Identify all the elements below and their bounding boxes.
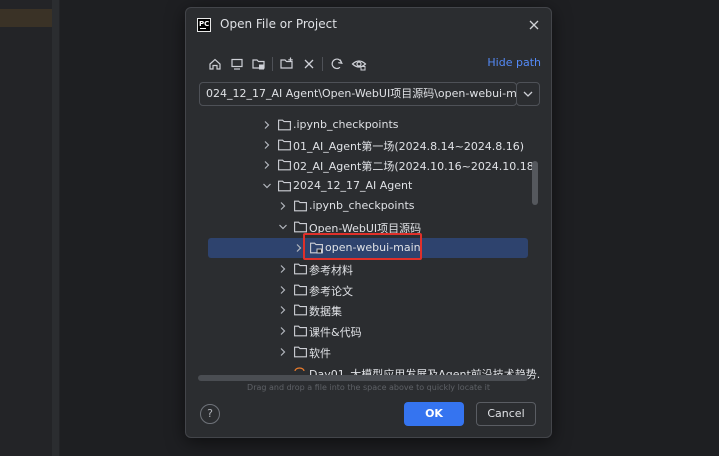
chevron-right-icon[interactable] [262, 160, 272, 170]
tree-row[interactable]: .ipynb_checkpoints [198, 196, 541, 216]
tree-row[interactable]: 课件&代码 [198, 321, 541, 341]
tree-label: 01_AI_Agent第一场(2024.8.14~2024.8.16) [293, 140, 525, 153]
tree-row[interactable]: 参考材料 [198, 259, 541, 279]
toolbar-separator [322, 57, 323, 71]
tree-label: 02_AI_Agent第二场(2024.10.16~2024.10.18) [293, 160, 539, 173]
tree-label: .ipynb_checkpoints [309, 199, 415, 212]
tree-label: .ipynb_checkpoints [293, 118, 399, 131]
folder-icon [278, 159, 291, 171]
close-button[interactable] [525, 16, 543, 34]
hide-path-link[interactable]: Hide path [487, 56, 541, 69]
close-icon [529, 20, 539, 30]
cancel-button[interactable]: Cancel [476, 402, 536, 426]
dialog-title: Open File or Project [220, 17, 337, 31]
pycharm-logo-icon: PC [197, 18, 211, 32]
chevron-down-icon [523, 91, 533, 97]
home-icon[interactable] [206, 55, 224, 73]
tree-row[interactable]: 软件 [198, 342, 541, 362]
tree-label: 2024_12_17_AI Agent [293, 179, 413, 192]
folder-icon [294, 346, 307, 358]
folder-icon [278, 119, 291, 131]
path-history-dropdown[interactable] [516, 82, 540, 106]
tree-row[interactable]: .ipynb_checkpoints [198, 115, 541, 135]
chevron-right-icon[interactable] [278, 305, 288, 315]
chevron-right-icon[interactable] [278, 201, 288, 211]
folder-icon [278, 139, 291, 151]
chevron-right-icon[interactable] [278, 326, 288, 336]
path-input[interactable]: 024_12_17_AI Agent\Open-WebUI项目源码\open-w… [199, 82, 517, 106]
show-hidden-icon[interactable] [350, 55, 368, 73]
chevron-right-icon[interactable] [278, 264, 288, 274]
tree-row[interactable]: 02_AI_Agent第二场(2024.10.16~2024.10.18) [198, 155, 541, 175]
app-logo-text: PC [199, 20, 210, 28]
desktop-icon[interactable] [228, 55, 246, 73]
ide-editor-highlight [0, 9, 58, 27]
chevron-right-icon[interactable] [262, 120, 272, 130]
open-file-dialog: PC Open File or Project Hide path 024_12… [185, 7, 552, 438]
delete-icon[interactable] [300, 55, 318, 73]
dialog-titlebar: PC Open File or Project [186, 8, 551, 42]
horizontal-scrollbar[interactable] [198, 375, 541, 381]
horizontal-scrollbar-thumb[interactable] [198, 375, 528, 381]
ide-sidebar [0, 0, 60, 456]
refresh-icon[interactable] [328, 55, 346, 73]
chevron-down-icon[interactable] [262, 181, 272, 191]
folder-icon [294, 284, 307, 296]
folder-icon [294, 263, 307, 275]
folder-open-icon [294, 221, 307, 233]
tree-label: 数据集 [309, 305, 342, 318]
chevron-right-icon[interactable] [278, 285, 288, 295]
drag-drop-hint: Drag and drop a file into the space abov… [247, 383, 490, 392]
folder-icon [294, 304, 307, 316]
tree-label: 参考材料 [309, 264, 353, 277]
vertical-scrollbar[interactable] [532, 161, 538, 205]
tree-label: 参考论文 [309, 285, 353, 298]
path-row: 024_12_17_AI Agent\Open-WebUI项目源码\open-w… [199, 82, 540, 106]
chevron-down-icon[interactable] [278, 222, 288, 232]
help-button[interactable]: ? [200, 404, 220, 424]
ide-splitter [52, 0, 59, 456]
tree-row[interactable]: 01_AI_Agent第一场(2024.8.14~2024.8.16) [198, 135, 541, 155]
tree-row[interactable]: 参考论文 [198, 280, 541, 300]
tree-label: 软件 [309, 347, 331, 360]
ok-button[interactable]: OK [404, 402, 464, 426]
folder-icon [294, 325, 307, 337]
chevron-right-icon[interactable] [262, 140, 272, 150]
tree-row[interactable]: 2024_12_17_AI Agent [198, 176, 541, 196]
tree-label: 课件&代码 [309, 326, 362, 339]
folder-open-icon [278, 180, 291, 192]
tree-row[interactable]: 数据集 [198, 300, 541, 320]
new-folder-icon[interactable] [278, 55, 296, 73]
folder-icon [294, 200, 307, 212]
toolbar-separator [272, 57, 273, 71]
project-folder-icon[interactable] [250, 55, 268, 73]
file-chooser-toolbar: Hide path [198, 53, 541, 75]
annotation-highlight-box [303, 233, 422, 260]
chevron-right-icon[interactable] [278, 347, 288, 357]
